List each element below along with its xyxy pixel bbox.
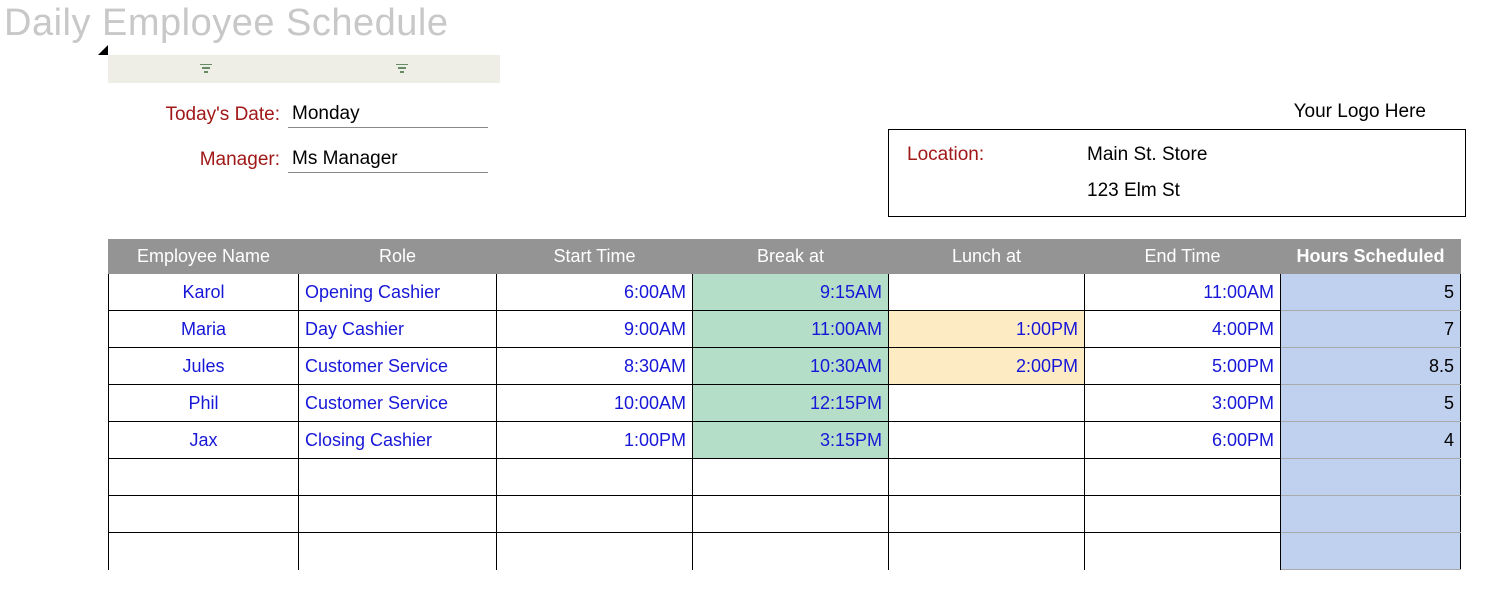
location-box: Location: Main St. Store 123 Elm St [888,129,1466,217]
info-row: Today's Date: Monday Manager: Ms Manager… [108,101,1466,217]
empty-cell[interactable] [109,533,299,570]
table-row [109,496,1461,533]
manager-value[interactable]: Ms Manager [288,146,488,173]
name-cell[interactable]: Jules [109,348,299,385]
header-hours[interactable]: Hours Scheduled [1281,240,1461,274]
lunch-cell[interactable] [889,422,1085,459]
hours-cell[interactable]: 5 [1281,274,1461,311]
empty-cell[interactable] [1281,533,1461,570]
table-row: PhilCustomer Service10:00AM12:15PM 3:00PM… [109,385,1461,422]
empty-cell[interactable] [1085,496,1281,533]
break-cell[interactable]: 12:15PM [693,385,889,422]
start-cell[interactable]: 8:30AM [497,348,693,385]
break-cell[interactable]: 11:00AM [693,311,889,348]
hours-cell[interactable]: 4 [1281,422,1461,459]
hours-cell[interactable]: 8.5 [1281,348,1461,385]
end-cell[interactable]: 11:00AM [1085,274,1281,311]
end-cell[interactable]: 6:00PM [1085,422,1281,459]
end-cell[interactable]: 5:00PM [1085,348,1281,385]
break-cell[interactable]: 9:15AM [693,274,889,311]
table-row: JulesCustomer Service8:30AM10:30AM2:00PM… [109,348,1461,385]
break-cell[interactable]: 10:30AM [693,348,889,385]
info-left: Today's Date: Monday Manager: Ms Manager [108,101,488,191]
empty-cell[interactable] [299,533,497,570]
role-cell[interactable]: Day Cashier [299,311,497,348]
lunch-cell[interactable]: 1:00PM [889,311,1085,348]
role-cell[interactable]: Closing Cashier [299,422,497,459]
page-title: Daily Employee Schedule [0,0,1486,45]
start-cell[interactable]: 6:00AM [497,274,693,311]
name-cell[interactable]: Karol [109,274,299,311]
header-lunch[interactable]: Lunch at [889,240,1085,274]
lunch-cell[interactable] [889,385,1085,422]
name-cell[interactable]: Jax [109,422,299,459]
empty-cell[interactable] [1085,533,1281,570]
location-name[interactable]: Main St. Store [1087,144,1207,166]
filter-row [108,55,1466,83]
header-name[interactable]: Employee Name [109,240,299,274]
table-row [109,459,1461,496]
start-cell[interactable]: 9:00AM [497,311,693,348]
location-addr-label [907,180,1087,202]
empty-cell[interactable] [889,459,1085,496]
empty-cell[interactable] [299,496,497,533]
header-start[interactable]: Start Time [497,240,693,274]
table-row: MariaDay Cashier9:00AM11:00AM1:00PM4:00P… [109,311,1461,348]
role-cell[interactable]: Opening Cashier [299,274,497,311]
end-cell[interactable]: 3:00PM [1085,385,1281,422]
manager-label: Manager: [108,149,288,171]
empty-cell[interactable] [1281,496,1461,533]
hours-cell[interactable]: 5 [1281,385,1461,422]
logo-placeholder: Your Logo Here [888,101,1466,123]
role-cell[interactable]: Customer Service [299,348,497,385]
empty-cell[interactable] [299,459,497,496]
empty-cell[interactable] [109,496,299,533]
location-addr[interactable]: 123 Elm St [1087,180,1180,202]
end-cell[interactable]: 4:00PM [1085,311,1281,348]
empty-cell[interactable] [693,496,889,533]
header-row: Employee Name Role Start Time Break at L… [109,240,1461,274]
date-value[interactable]: Monday [288,101,488,128]
lunch-cell[interactable] [889,274,1085,311]
break-cell[interactable]: 3:15PM [693,422,889,459]
empty-cell[interactable] [1085,459,1281,496]
header-break[interactable]: Break at [693,240,889,274]
filter-cell-2[interactable] [304,55,500,83]
start-cell[interactable]: 10:00AM [497,385,693,422]
empty-cell[interactable] [497,459,693,496]
name-cell[interactable]: Maria [109,311,299,348]
empty-cell[interactable] [497,496,693,533]
table-row [109,533,1461,570]
empty-cell[interactable] [693,533,889,570]
header-role[interactable]: Role [299,240,497,274]
role-cell[interactable]: Customer Service [299,385,497,422]
schedule-table: Employee Name Role Start Time Break at L… [108,239,1461,570]
empty-cell[interactable] [889,533,1085,570]
lunch-cell[interactable]: 2:00PM [889,348,1085,385]
empty-cell[interactable] [693,459,889,496]
table-row: JaxClosing Cashier1:00PM3:15PM 6:00PM4 [109,422,1461,459]
empty-cell[interactable] [109,459,299,496]
info-right: Your Logo Here Location: Main St. Store … [888,101,1466,217]
empty-cell[interactable] [497,533,693,570]
empty-cell[interactable] [1281,459,1461,496]
name-cell[interactable]: Phil [109,385,299,422]
filter-icon [396,64,408,74]
hours-cell[interactable]: 7 [1281,311,1461,348]
empty-cell[interactable] [889,496,1085,533]
filter-icon [200,64,212,74]
date-label: Today's Date: [108,104,288,126]
start-cell[interactable]: 1:00PM [497,422,693,459]
header-end[interactable]: End Time [1085,240,1281,274]
location-label: Location: [907,144,1087,166]
table-row: KarolOpening Cashier6:00AM9:15AM 11:00AM5 [109,274,1461,311]
filter-cell-1[interactable] [108,55,304,83]
